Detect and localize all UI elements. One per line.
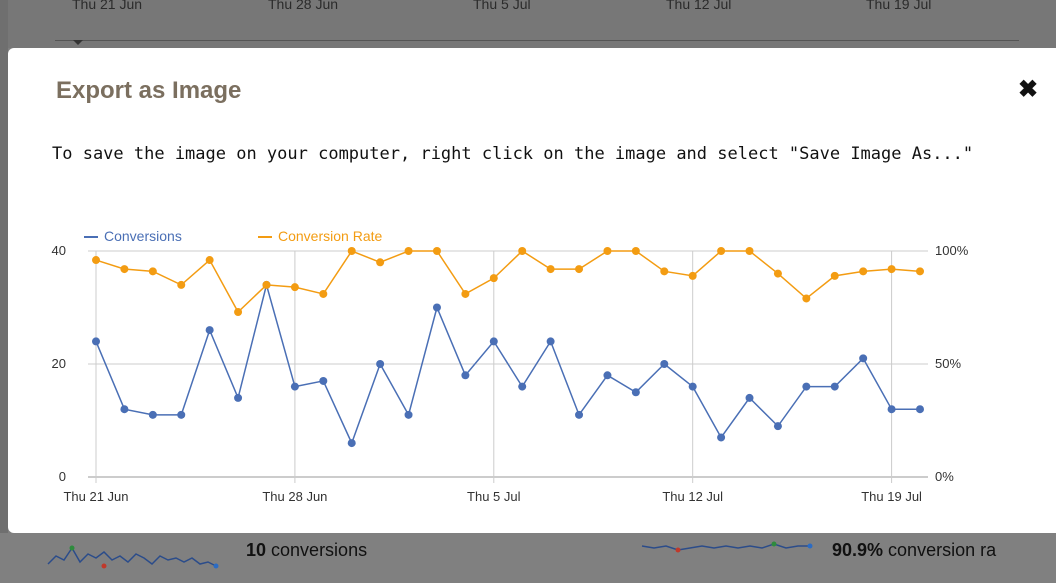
data-point-conversion-rate [859,267,868,276]
data-point-conversion-rate [518,247,527,255]
conversion-rate-sparkline [641,541,813,553]
data-point-conversion-rate [404,247,413,255]
data-point-conversion-rate [262,280,271,289]
export-image-dialog: Export as Image ✖ To save the image on y… [8,48,1056,533]
y-right-tick-label: 0% [935,469,954,484]
y-left-tick-label: 0 [59,469,66,484]
conversions-value: 10 [246,540,267,560]
conversions-chart: Thu 21 Jun Thu 28 Jun Thu 5 Jul Thu 12 Jul T… [52,243,969,504]
data-point-conversion-rate [92,256,100,265]
data-point-conversions [432,303,441,312]
data-point-conversion-rate [319,289,328,298]
data-point-conversion-rate [887,265,896,274]
conversion-rate-value: 90.9% [832,540,884,560]
conversions-label: conversions [266,540,368,560]
data-point-conversion-rate [688,271,697,280]
data-point-conversions [376,360,385,368]
x-tick-label: Thu 12 Jul [662,489,723,504]
data-point-conversions [177,410,186,419]
data-point-conversion-rate [745,247,754,255]
data-point-conversions [631,388,640,397]
data-point-conversion-rate [290,283,299,292]
data-point-conversion-rate [347,247,356,255]
data-point-conversions [290,382,299,391]
data-point-conversions [347,439,356,448]
conversions-stat: 10 conversions [246,540,367,561]
data-point-conversions [92,337,100,346]
background-axis-line [55,40,1019,41]
y-right-tick-label: 50% [935,356,961,371]
x-tick-label: Thu 5 Jul [467,489,521,504]
data-point-conversions [120,405,129,414]
data-point-conversion-rate [546,265,555,274]
data-point-conversions [461,371,470,380]
data-point-conversions [603,371,612,380]
data-point-conversions [688,382,697,391]
data-point-conversion-rate [432,247,441,255]
data-point-conversions [660,360,669,368]
data-point-conversions [546,337,555,346]
data-point-conversion-rate [802,294,811,303]
data-point-conversion-rate [830,271,839,280]
background-left-edge [0,0,8,583]
data-point-conversion-rate [177,280,186,289]
data-point-conversion-rate [603,247,612,255]
data-point-conversions [489,337,498,346]
conversion-rate-stat: 90.9% conversion ra [832,540,996,561]
data-point-conversion-rate [461,289,470,298]
data-point-conversions [404,410,413,419]
data-point-conversion-rate [376,258,385,267]
data-point-conversions [802,382,811,391]
data-point-conversion-rate [234,308,243,317]
data-point-conversions [830,382,839,391]
data-point-conversions [234,393,243,402]
data-point-conversions [773,422,782,431]
y-left-tick-label: 40 [52,243,66,258]
background-date-label: Thu 5 Jul [473,0,531,12]
x-tick-label: Thu 19 Jul [861,489,922,504]
data-point-conversion-rate [660,267,669,276]
data-point-conversion-rate [205,256,214,265]
data-point-conversion-rate [717,247,726,255]
background-date-label: Thu 21 Jun [72,0,143,12]
data-point-conversions [859,354,868,363]
data-point-conversions [717,433,726,442]
data-point-conversions [518,382,527,391]
y-right-tick-label: 100% [935,243,969,258]
background-chart-header: Thu 21 Jun Thu 28 Jun Thu 5 Jul Thu 12 J… [0,0,1056,48]
data-point-conversions [575,410,584,419]
background-date-label: Thu 19 Jul [866,0,932,12]
data-point-conversions [916,405,924,414]
background-date-label: Thu 28 Jun [268,0,339,12]
background-marker-icon [73,40,83,45]
data-point-conversion-rate [916,267,924,276]
conversion-rate-label: conversion ra [883,540,997,560]
series-line-conversion-rate [95,250,921,314]
data-point-conversion-rate [489,274,498,283]
data-point-conversions [148,410,157,419]
data-point-conversion-rate [120,265,129,274]
x-tick-label: Thu 21 Jun [63,489,128,504]
x-tick-label: Thu 28 Jun [262,489,327,504]
data-point-conversions [887,405,896,414]
data-point-conversion-rate [575,265,584,274]
conversions-sparkline [47,545,219,569]
data-point-conversion-rate [631,247,640,255]
data-point-conversion-rate [148,267,157,276]
background-date-label: Thu 12 Jul [666,0,732,12]
data-point-conversions [205,326,214,335]
data-point-conversions [319,376,328,385]
data-point-conversion-rate [773,269,782,278]
y-left-tick-label: 20 [52,356,66,371]
background-date-axis: Thu 21 Jun Thu 28 Jun Thu 5 Jul Thu 12 J… [0,0,1056,16]
data-point-conversions [745,393,754,402]
